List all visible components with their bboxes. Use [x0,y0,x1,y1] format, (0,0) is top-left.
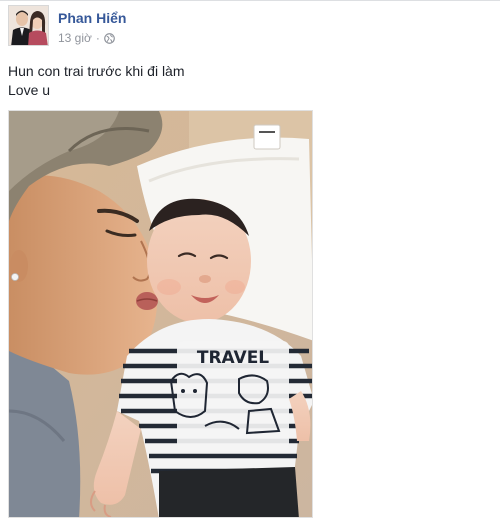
post-photo[interactable]: TRAVEL [8,110,313,518]
post-text-line-2: Love u [8,82,51,98]
author-avatar[interactable] [8,5,49,46]
globe-icon[interactable] [104,32,115,44]
post-text-line-1: Hun con trai trước khi đi làm [8,63,185,79]
meta-separator: · [95,31,100,45]
top-border [0,0,500,1]
author-name[interactable]: Phan Hiển [58,10,126,26]
shirt-print-text: TRAVEL [197,348,269,368]
post-timestamp[interactable]: 13 giờ [58,31,92,45]
post-meta: 13 giờ · [58,31,115,45]
avatar-image [9,6,48,45]
photo-illustration: TRAVEL [9,111,312,517]
post-message: Hun con trai trước khi đi làm Love u [8,62,185,100]
